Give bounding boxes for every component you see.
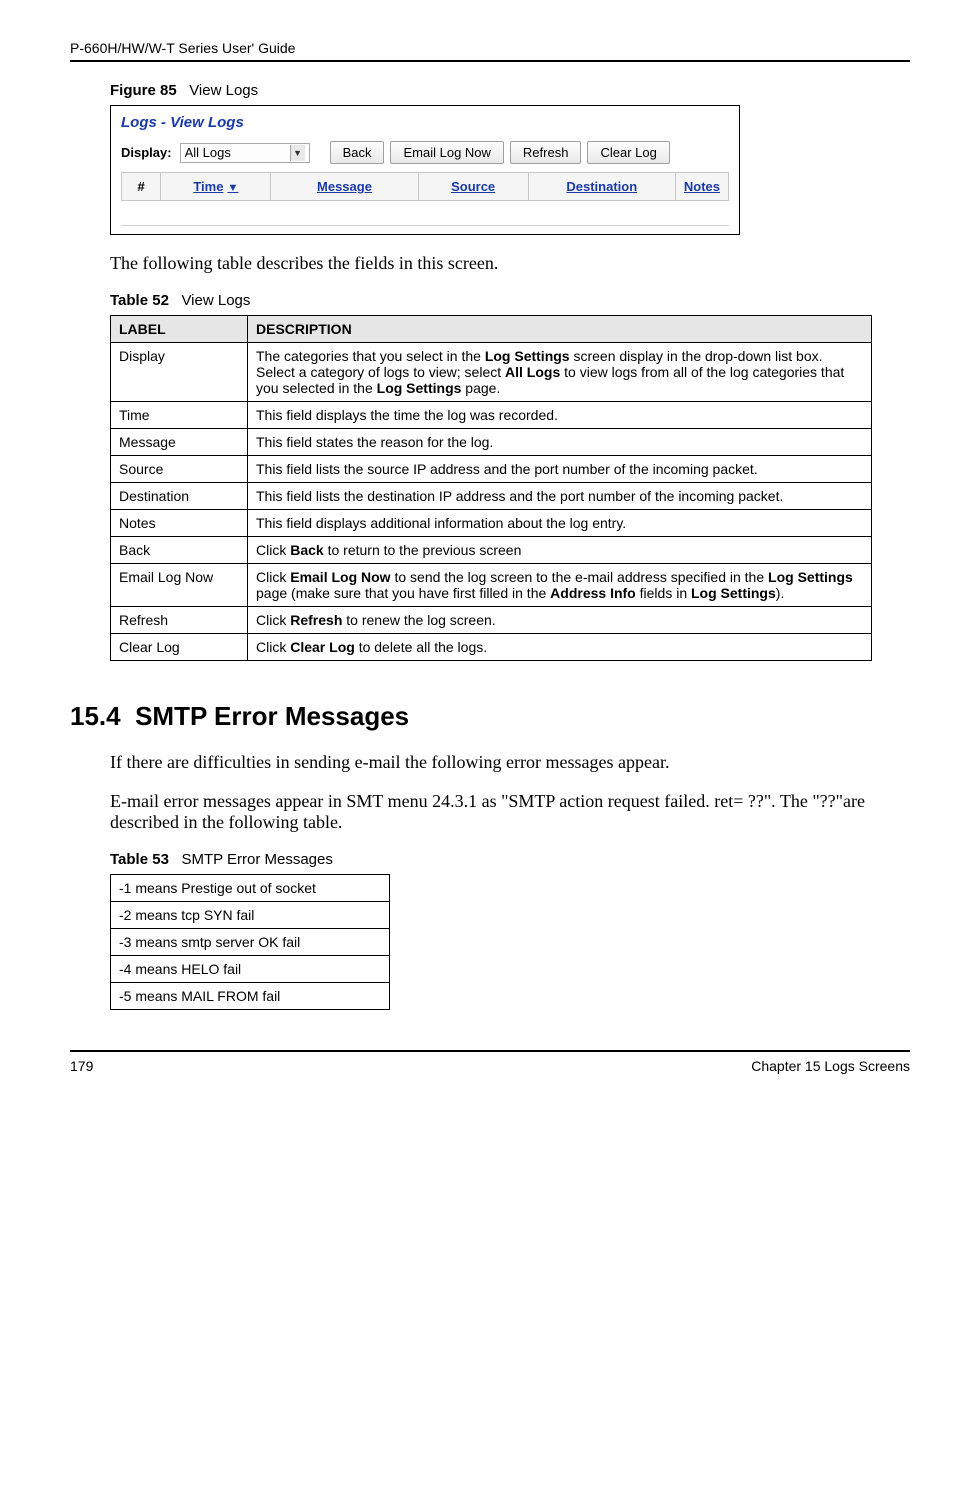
- cell-label: Back: [111, 537, 248, 564]
- table-row: Clear Log Click Clear Log to delete all …: [111, 634, 872, 661]
- table52-caption-text: View Logs: [181, 292, 250, 309]
- cell-label: Destination: [111, 483, 248, 510]
- sort-descending-icon: ▼: [227, 182, 238, 194]
- section-title: SMTP Error Messages: [135, 701, 409, 731]
- table-row: Destination This field lists the destina…: [111, 483, 872, 510]
- col-time[interactable]: Time ▼: [161, 173, 271, 200]
- cell-desc: This field states the reason for the log…: [248, 429, 872, 456]
- email-log-now-button[interactable]: Email Log Now: [390, 141, 503, 164]
- cell-label: Notes: [111, 510, 248, 537]
- table-row: Source This field lists the source IP ad…: [111, 456, 872, 483]
- table-row: Refresh Click Refresh to renew the log s…: [111, 607, 872, 634]
- cell-label: Clear Log: [111, 634, 248, 661]
- cell-label: Display: [111, 343, 248, 402]
- display-select-value: All Logs: [185, 145, 231, 160]
- cell-desc: Click Clear Log to delete all the logs.: [248, 634, 872, 661]
- table52-label: Table 52: [110, 292, 169, 309]
- col-time-label: Time: [193, 179, 223, 194]
- table-row: Back Click Back to return to the previou…: [111, 537, 872, 564]
- cell-label: Refresh: [111, 607, 248, 634]
- table53: -1 means Prestige out of socket -2 means…: [110, 874, 390, 1010]
- cell-desc: Click Back to return to the previous scr…: [248, 537, 872, 564]
- cell-desc: Click Refresh to renew the log screen.: [248, 607, 872, 634]
- table-row: -1 means Prestige out of socket: [111, 875, 390, 902]
- cell: -1 means Prestige out of socket: [111, 875, 390, 902]
- table-row: -2 means tcp SYN fail: [111, 902, 390, 929]
- section-number: 15.4: [70, 701, 121, 731]
- page-footer: 179 Chapter 15 Logs Screens: [70, 1050, 910, 1074]
- th-description: DESCRIPTION: [248, 316, 872, 343]
- table52: LABEL DESCRIPTION Display The categories…: [110, 315, 872, 661]
- cell-label: Email Log Now: [111, 564, 248, 607]
- cell: -5 means MAIL FROM fail: [111, 983, 390, 1010]
- cell: -2 means tcp SYN fail: [111, 902, 390, 929]
- col-source[interactable]: Source: [419, 173, 529, 200]
- cell-desc: This field displays additional informati…: [248, 510, 872, 537]
- cell-desc: This field lists the destination IP addr…: [248, 483, 872, 510]
- display-label: Display:: [121, 145, 172, 160]
- refresh-button[interactable]: Refresh: [510, 141, 582, 164]
- page-number: 179: [70, 1058, 93, 1074]
- col-notes[interactable]: Notes: [676, 173, 728, 200]
- table52-caption: Table 52 View Logs: [110, 292, 910, 309]
- table-row: -4 means HELO fail: [111, 956, 390, 983]
- log-table-header: # Time ▼ Message Source Destination Notes: [121, 172, 729, 201]
- chevron-down-icon: ▼: [290, 145, 305, 161]
- cell-desc: Click Email Log Now to send the log scre…: [248, 564, 872, 607]
- running-header: P-660H/HW/W-T Series User' Guide: [70, 40, 910, 56]
- figure-caption-text: View Logs: [189, 82, 258, 99]
- cell-desc: This field lists the source IP address a…: [248, 456, 872, 483]
- section-heading: 15.4 SMTP Error Messages: [70, 701, 910, 732]
- screenshot-toolbar: Display: All Logs ▼ Back Email Log Now R…: [111, 135, 739, 172]
- log-table-body-empty: [111, 209, 739, 221]
- section-paragraph-1: If there are difficulties in sending e-m…: [110, 752, 910, 773]
- figure-caption: Figure 85 View Logs: [110, 82, 910, 99]
- cell: -4 means HELO fail: [111, 956, 390, 983]
- table-row: Display The categories that you select i…: [111, 343, 872, 402]
- figure-label: Figure 85: [110, 82, 177, 99]
- table53-caption-text: SMTP Error Messages: [181, 851, 332, 868]
- cell-label: Source: [111, 456, 248, 483]
- intro-paragraph: The following table describes the fields…: [110, 253, 910, 274]
- table53-caption: Table 53 SMTP Error Messages: [110, 851, 910, 868]
- section-paragraph-2: E-mail error messages appear in SMT menu…: [110, 791, 910, 833]
- table-row: Email Log Now Click Email Log Now to sen…: [111, 564, 872, 607]
- screenshot-bottom-rule: [121, 225, 729, 226]
- cell-label: Message: [111, 429, 248, 456]
- cell: -3 means smtp server OK fail: [111, 929, 390, 956]
- col-message[interactable]: Message: [271, 173, 418, 200]
- table-row: -5 means MAIL FROM fail: [111, 983, 390, 1010]
- cell-label: Time: [111, 402, 248, 429]
- th-label: LABEL: [111, 316, 248, 343]
- table-row: -3 means smtp server OK fail: [111, 929, 390, 956]
- chapter-label: Chapter 15 Logs Screens: [751, 1058, 910, 1074]
- header-rule: [70, 60, 910, 62]
- col-hash[interactable]: #: [122, 173, 161, 200]
- table-row: Notes This field displays additional inf…: [111, 510, 872, 537]
- cell-desc: The categories that you select in the Lo…: [248, 343, 872, 402]
- clear-log-button[interactable]: Clear Log: [587, 141, 669, 164]
- back-button[interactable]: Back: [330, 141, 385, 164]
- cell-desc: This field displays the time the log was…: [248, 402, 872, 429]
- display-select[interactable]: All Logs ▼: [180, 143, 310, 163]
- table-header-row: LABEL DESCRIPTION: [111, 316, 872, 343]
- table-row: Message This field states the reason for…: [111, 429, 872, 456]
- screenshot-view-logs: Logs - View Logs Display: All Logs ▼ Bac…: [110, 105, 740, 235]
- table53-label: Table 53: [110, 851, 169, 868]
- table-row: Time This field displays the time the lo…: [111, 402, 872, 429]
- col-destination[interactable]: Destination: [529, 173, 676, 200]
- screenshot-window-title: Logs - View Logs: [111, 106, 739, 135]
